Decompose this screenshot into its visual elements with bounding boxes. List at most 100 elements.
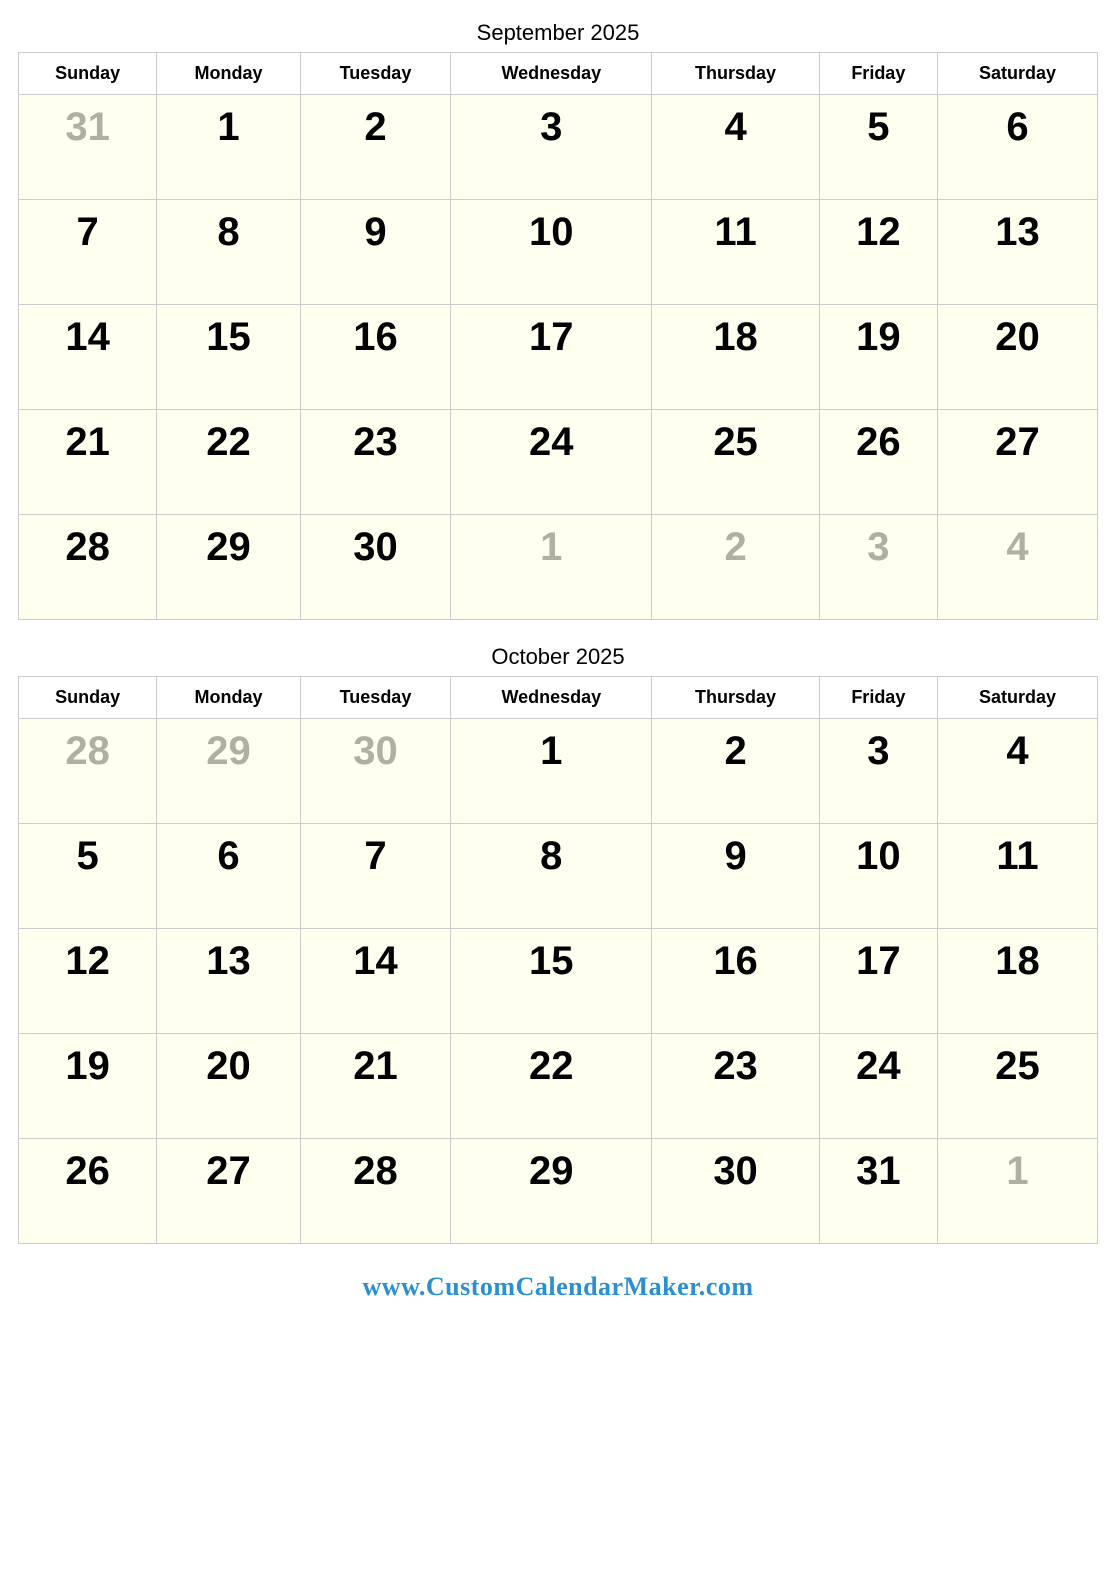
list-item[interactable]: 4 — [937, 515, 1097, 620]
october-grid: Sunday Monday Tuesday Wednesday Thursday… — [18, 676, 1098, 1244]
list-item[interactable]: 19 — [19, 1034, 157, 1139]
list-item[interactable]: 5 — [19, 824, 157, 929]
col-friday: Friday — [819, 53, 937, 95]
col-tuesday: Tuesday — [300, 53, 450, 95]
list-item[interactable]: 29 — [451, 1139, 652, 1244]
list-item[interactable]: 20 — [937, 305, 1097, 410]
list-item[interactable]: 22 — [157, 410, 301, 515]
list-item[interactable]: 21 — [300, 1034, 450, 1139]
list-item[interactable]: 2 — [652, 719, 819, 824]
col-saturday: Saturday — [937, 677, 1097, 719]
list-item[interactable]: 28 — [19, 515, 157, 620]
list-item[interactable]: 20 — [157, 1034, 301, 1139]
list-item[interactable]: 14 — [19, 305, 157, 410]
list-item[interactable]: 31 — [19, 95, 157, 200]
list-item[interactable]: 1 — [451, 515, 652, 620]
list-item[interactable]: 9 — [300, 200, 450, 305]
list-item[interactable]: 27 — [937, 410, 1097, 515]
list-item[interactable]: 4 — [937, 719, 1097, 824]
october-header-row: Sunday Monday Tuesday Wednesday Thursday… — [19, 677, 1098, 719]
list-item[interactable]: 18 — [937, 929, 1097, 1034]
list-item[interactable]: 16 — [300, 305, 450, 410]
list-item[interactable]: 8 — [451, 824, 652, 929]
september-title: September 2025 — [18, 20, 1098, 46]
list-item[interactable]: 25 — [937, 1034, 1097, 1139]
table-row: 2627282930311 — [19, 1139, 1098, 1244]
list-item[interactable]: 3 — [819, 719, 937, 824]
list-item[interactable]: 30 — [300, 719, 450, 824]
october-title: October 2025 — [18, 644, 1098, 670]
table-row: 19202122232425 — [19, 1034, 1098, 1139]
list-item[interactable]: 8 — [157, 200, 301, 305]
list-item[interactable]: 18 — [652, 305, 819, 410]
col-sunday: Sunday — [19, 677, 157, 719]
table-row: 21222324252627 — [19, 410, 1098, 515]
table-row: 14151617181920 — [19, 305, 1098, 410]
list-item[interactable]: 30 — [300, 515, 450, 620]
list-item[interactable]: 3 — [819, 515, 937, 620]
calendar-container: September 2025 Sunday Monday Tuesday Wed… — [18, 20, 1098, 1302]
list-item[interactable]: 5 — [819, 95, 937, 200]
col-friday: Friday — [819, 677, 937, 719]
list-item[interactable]: 7 — [19, 200, 157, 305]
list-item[interactable]: 14 — [300, 929, 450, 1034]
col-monday: Monday — [157, 53, 301, 95]
list-item[interactable]: 7 — [300, 824, 450, 929]
list-item[interactable]: 10 — [819, 824, 937, 929]
list-item[interactable]: 1 — [157, 95, 301, 200]
list-item[interactable]: 19 — [819, 305, 937, 410]
table-row: 31123456 — [19, 95, 1098, 200]
list-item[interactable]: 23 — [652, 1034, 819, 1139]
list-item[interactable]: 6 — [937, 95, 1097, 200]
list-item[interactable]: 15 — [157, 305, 301, 410]
list-item[interactable]: 23 — [300, 410, 450, 515]
list-item[interactable]: 9 — [652, 824, 819, 929]
list-item[interactable]: 13 — [937, 200, 1097, 305]
list-item[interactable]: 4 — [652, 95, 819, 200]
list-item[interactable]: 28 — [300, 1139, 450, 1244]
list-item[interactable]: 25 — [652, 410, 819, 515]
list-item[interactable]: 26 — [19, 1139, 157, 1244]
list-item[interactable]: 24 — [819, 1034, 937, 1139]
list-item[interactable]: 2 — [652, 515, 819, 620]
table-row: 2829301234 — [19, 719, 1098, 824]
table-row: 2829301234 — [19, 515, 1098, 620]
col-saturday: Saturday — [937, 53, 1097, 95]
table-row: 567891011 — [19, 824, 1098, 929]
col-monday: Monday — [157, 677, 301, 719]
list-item[interactable]: 28 — [19, 719, 157, 824]
list-item[interactable]: 12 — [819, 200, 937, 305]
list-item[interactable]: 30 — [652, 1139, 819, 1244]
list-item[interactable]: 22 — [451, 1034, 652, 1139]
list-item[interactable]: 10 — [451, 200, 652, 305]
list-item[interactable]: 15 — [451, 929, 652, 1034]
footer-link[interactable]: www.CustomCalendarMaker.com — [18, 1272, 1098, 1302]
list-item[interactable]: 26 — [819, 410, 937, 515]
september-header-row: Sunday Monday Tuesday Wednesday Thursday… — [19, 53, 1098, 95]
list-item[interactable]: 3 — [451, 95, 652, 200]
list-item[interactable]: 17 — [451, 305, 652, 410]
list-item[interactable]: 2 — [300, 95, 450, 200]
list-item[interactable]: 6 — [157, 824, 301, 929]
list-item[interactable]: 17 — [819, 929, 937, 1034]
list-item[interactable]: 1 — [937, 1139, 1097, 1244]
list-item[interactable]: 16 — [652, 929, 819, 1034]
list-item[interactable]: 29 — [157, 515, 301, 620]
list-item[interactable]: 13 — [157, 929, 301, 1034]
list-item[interactable]: 1 — [451, 719, 652, 824]
list-item[interactable]: 24 — [451, 410, 652, 515]
col-thursday: Thursday — [652, 677, 819, 719]
col-wednesday: Wednesday — [451, 53, 652, 95]
list-item[interactable]: 11 — [937, 824, 1097, 929]
col-thursday: Thursday — [652, 53, 819, 95]
list-item[interactable]: 12 — [19, 929, 157, 1034]
list-item[interactable]: 27 — [157, 1139, 301, 1244]
table-row: 12131415161718 — [19, 929, 1098, 1034]
list-item[interactable]: 21 — [19, 410, 157, 515]
list-item[interactable]: 11 — [652, 200, 819, 305]
list-item[interactable]: 29 — [157, 719, 301, 824]
col-tuesday: Tuesday — [300, 677, 450, 719]
table-row: 78910111213 — [19, 200, 1098, 305]
col-sunday: Sunday — [19, 53, 157, 95]
list-item[interactable]: 31 — [819, 1139, 937, 1244]
